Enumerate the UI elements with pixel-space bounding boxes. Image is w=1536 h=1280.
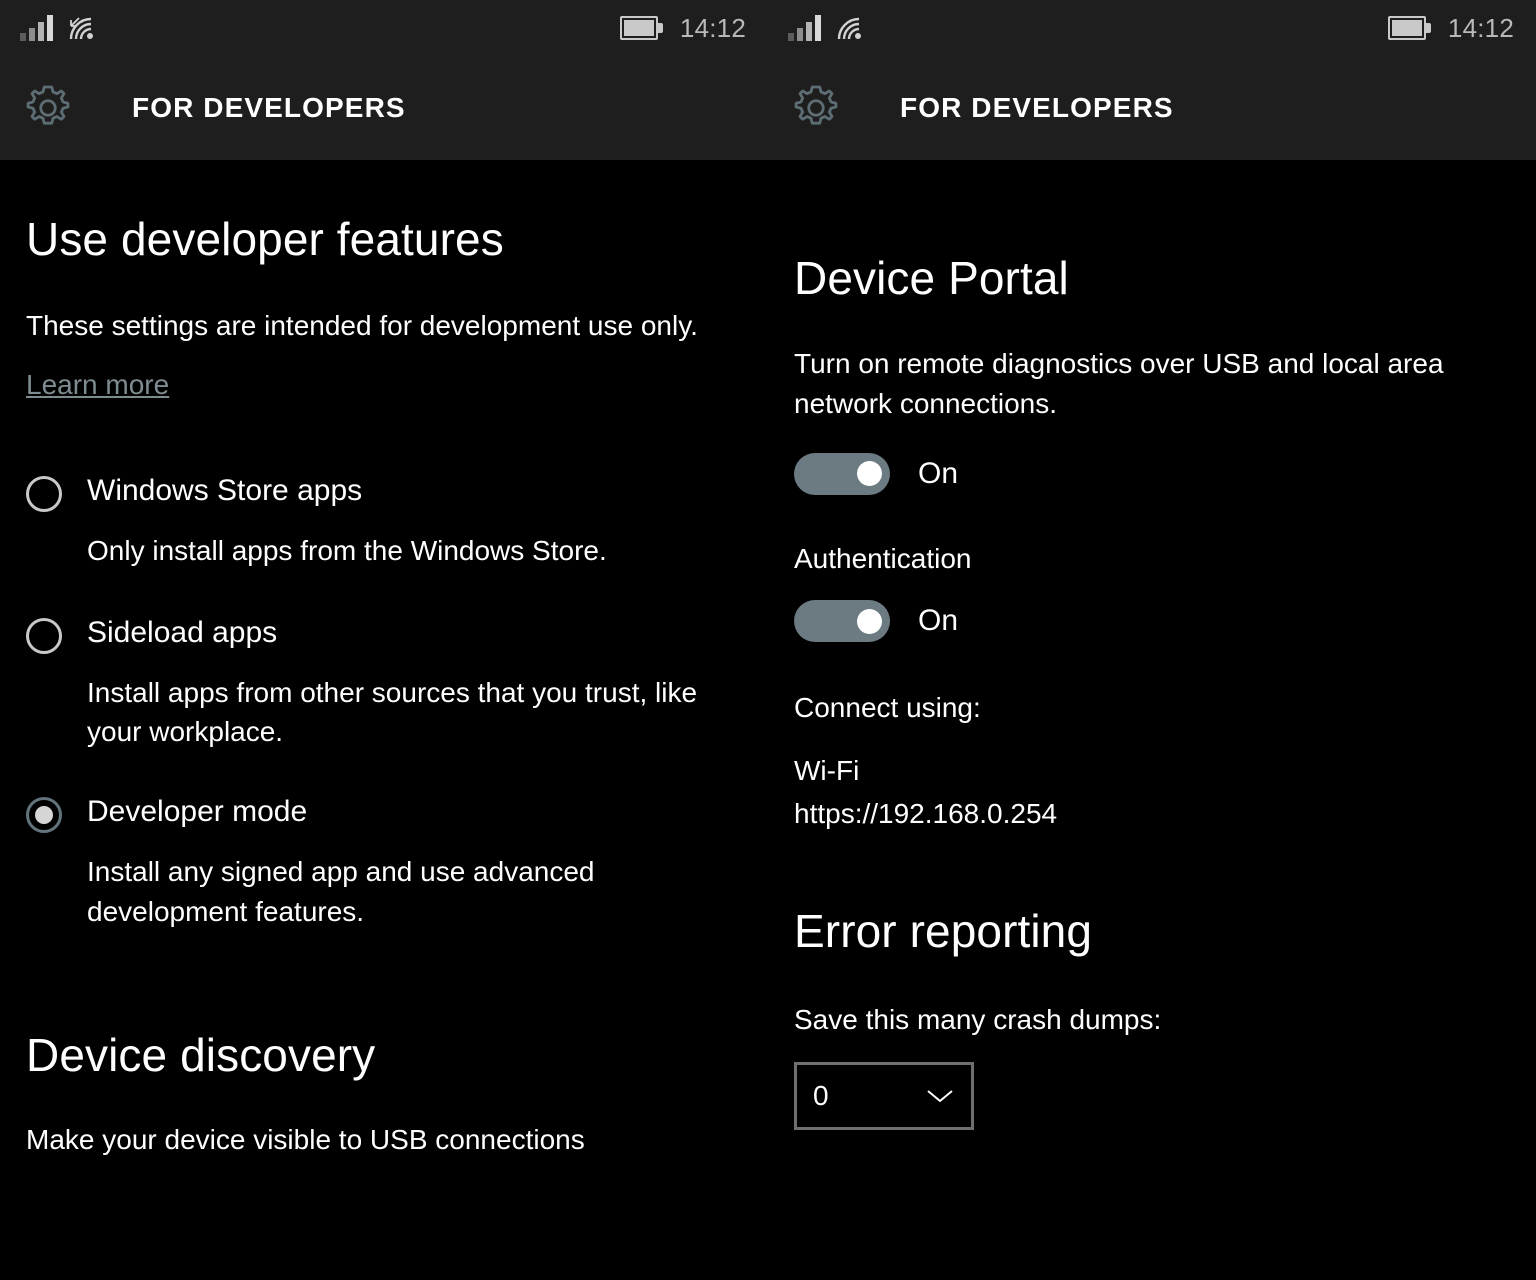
wifi-icon [835,13,869,43]
left-app-bar: FOR DEVELOPERS [0,56,768,160]
status-left-group-right [788,13,869,43]
connection-url[interactable]: https://192.168.0.254 [794,794,1510,835]
chevron-down-icon [927,1090,953,1103]
radio-label-developer-mode: Developer mode [87,795,308,829]
page-title: FOR DEVELOPERS [900,92,1174,123]
radio-description-windows-store-apps: Only install apps from the Windows Store… [87,534,607,566]
crash-dumps-value: 0 [813,1080,829,1112]
crash-dumps-label: Save this many crash dumps: [794,1003,1162,1035]
radio-description-developer-mode: Install any signed app and use advanced … [87,856,595,927]
radio-button-windows-store-apps[interactable] [26,475,62,512]
wifi-icon-with-arrow [67,13,101,43]
right-content: Device Portal Turn on remote diagnostics… [768,252,1536,1131]
radio-button-developer-mode[interactable] [26,797,62,834]
clock: 14:12 [679,12,746,43]
right-panel: 14:12 FOR DEVELOPERS Device Portal Turn … [768,0,1536,1280]
radio-option-sideload-apps[interactable]: Sideload apps [26,614,742,654]
radio-description-sideload-apps: Install apps from other sources that you… [87,676,698,748]
developer-features-description: These settings are intended for developm… [26,309,698,341]
dual-panel-screenshot: 14:12 FOR DEVELOPERS Use developer featu… [0,0,1536,1280]
gear-icon[interactable] [20,80,76,136]
device-portal-description: Turn on remote diagnostics over USB and … [794,347,1444,420]
device-portal-toggle[interactable] [794,452,890,495]
battery-icon [1387,16,1432,40]
right-status-bar: 14:12 [768,0,1536,56]
clock: 14:12 [1447,12,1514,43]
gear-icon[interactable] [788,80,844,136]
cellular-signal-icon [788,15,821,41]
radio-button-sideload-apps[interactable] [26,617,62,654]
radio-option-windows-store-apps[interactable]: Windows Store apps [26,472,742,512]
wifi-arrow-icon [70,17,80,27]
page-title: FOR DEVELOPERS [132,92,406,123]
radio-option-developer-mode[interactable]: Developer mode [26,793,742,834]
authentication-label: Authentication [794,542,972,574]
authentication-toggle-state: On [918,604,959,638]
device-discovery-description: Make your device visible to USB connecti… [26,1124,585,1156]
radio-label-windows-store-apps: Windows Store apps [87,473,363,507]
use-developer-features-heading: Use developer features [26,213,504,265]
status-right-group-right: 14:12 [1387,12,1514,44]
authentication-toggle-row[interactable]: On [794,600,1510,643]
error-reporting-heading: Error reporting [794,905,1093,958]
device-discovery-heading: Device discovery [26,1028,376,1081]
radio-label-sideload-apps: Sideload apps [87,615,278,649]
connection-type: Wi-Fi [794,754,860,786]
left-panel: 14:12 FOR DEVELOPERS Use developer featu… [0,0,768,1280]
connect-using-label: Connect using: [794,692,981,724]
crash-dumps-dropdown[interactable]: 0 [794,1062,974,1131]
left-content: Use developer features These settings ar… [0,214,768,1161]
battery-icon [619,16,664,40]
authentication-toggle[interactable] [794,600,890,643]
status-right-group: 14:12 [619,12,746,44]
status-left-group [20,13,101,43]
right-app-bar: FOR DEVELOPERS [768,56,1536,160]
device-portal-toggle-row[interactable]: On [794,452,1510,495]
left-status-bar: 14:12 [0,0,768,56]
device-portal-toggle-state: On [918,456,959,490]
learn-more-link[interactable]: Learn more [26,365,169,406]
cellular-signal-icon [20,15,53,41]
device-portal-heading: Device Portal [794,252,1069,304]
